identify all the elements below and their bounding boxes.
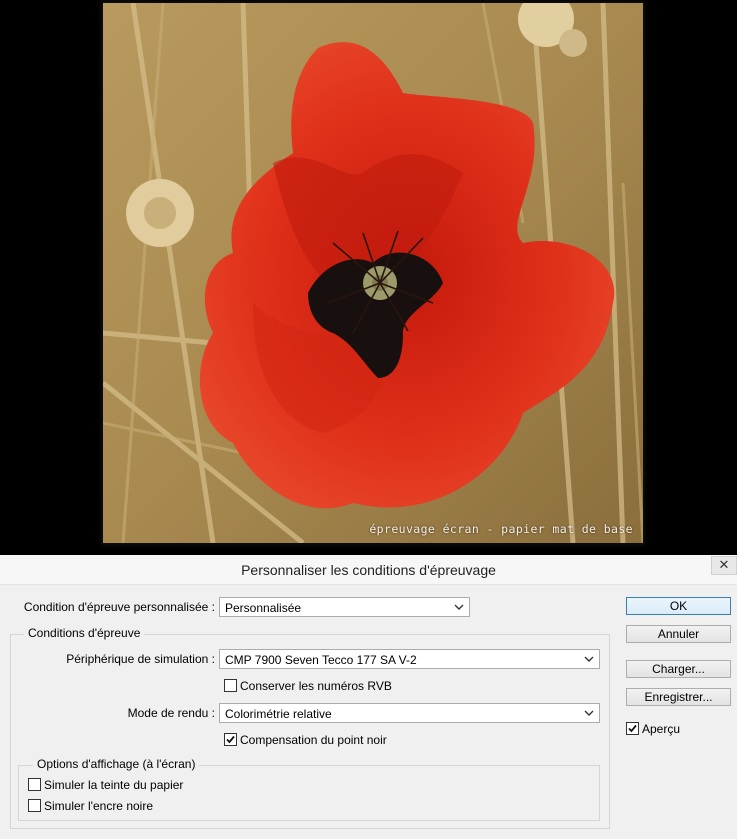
- simulation-device-value: CMP 7900 Seven Tecco 177 SA V-2: [225, 653, 417, 667]
- checkmark-icon: [628, 724, 637, 733]
- preview-label: Aperçu: [642, 722, 681, 736]
- dialog-title: Personnaliser les conditions d'épreuvage: [241, 562, 496, 578]
- rendering-intent-label: Mode de rendu :: [127, 706, 215, 720]
- preserve-rgb-label: Conserver les numéros RVB: [240, 679, 392, 693]
- poppy-photo: [103, 3, 643, 543]
- preserve-rgb-checkbox[interactable]: [224, 679, 237, 692]
- black-point-checkbox[interactable]: [224, 733, 237, 746]
- load-button[interactable]: Charger...: [626, 660, 731, 678]
- customize-proof-dialog: Personnaliser les conditions d'épreuvage…: [0, 555, 737, 839]
- simulation-device-label: Périphérique de simulation :: [66, 652, 215, 666]
- display-options-group-title: Options d'affichage (à l'écran): [33, 757, 200, 771]
- black-point-label: Compensation du point noir: [240, 733, 387, 747]
- custom-condition-label: Condition d'épreuve personnalisée :: [23, 600, 215, 614]
- checkmark-icon: [226, 735, 235, 744]
- chevron-down-icon: [584, 656, 594, 662]
- preview-checkbox[interactable]: [626, 722, 639, 735]
- proof-preview-image: épreuvage écran - papier mat de base: [103, 3, 643, 543]
- rendering-intent-value: Colorimétrie relative: [225, 707, 332, 721]
- simulation-device-select[interactable]: CMP 7900 Seven Tecco 177 SA V-2: [219, 649, 600, 669]
- custom-condition-select[interactable]: Personnalisée: [219, 597, 470, 617]
- save-button[interactable]: Enregistrer...: [626, 688, 731, 706]
- custom-condition-value: Personnalisée: [225, 601, 302, 615]
- simulate-paper-color-checkbox[interactable]: [28, 778, 41, 791]
- close-icon: ✕: [718, 557, 730, 572]
- cancel-button[interactable]: Annuler: [626, 625, 731, 643]
- chevron-down-icon: [584, 710, 594, 716]
- simulate-paper-color-label: Simuler la teinte du papier: [44, 778, 184, 792]
- chevron-down-icon: [454, 604, 464, 610]
- simulate-black-ink-label: Simuler l'encre noire: [44, 799, 154, 813]
- simulate-black-ink-checkbox[interactable]: [28, 799, 41, 812]
- rendering-intent-select[interactable]: Colorimétrie relative: [219, 703, 600, 723]
- dialog-titlebar[interactable]: Personnaliser les conditions d'épreuvage…: [0, 555, 737, 585]
- photo-caption: épreuvage écran - papier mat de base: [369, 522, 633, 536]
- proof-conditions-group-title: Conditions d'épreuve: [24, 626, 145, 640]
- ok-button[interactable]: OK: [626, 597, 731, 615]
- close-button[interactable]: ✕: [711, 556, 737, 575]
